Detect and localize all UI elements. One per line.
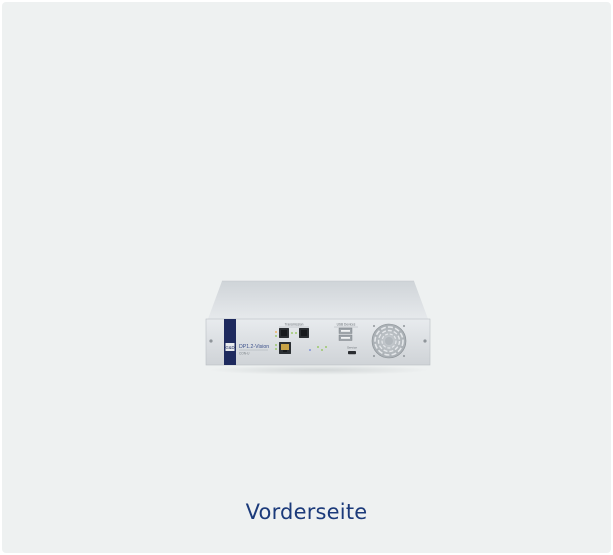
device-photo: G&D DP1.2-Vision CON-U Transmission USB … [202,277,434,377]
device-top [208,281,428,319]
service-port [348,351,356,355]
transmission-label: Transmission [285,323,304,327]
service-label: Service [347,346,357,350]
right-screw-icon [423,339,427,343]
brand-logo-text: G&D [225,345,234,350]
model-name: DP1.2-Vision [239,344,269,350]
model-variant: CON-U [239,352,250,356]
left-screw-icon [209,339,213,343]
page-background: G&D DP1.2-Vision CON-U Transmission USB … [2,2,611,553]
brand-stripe [224,319,236,365]
status-led [309,349,311,351]
caption-text: Vorderseite [245,500,368,524]
kvm-extender-image: G&D DP1.2-Vision CON-U Transmission USB … [205,280,431,366]
usb-devices-label: USB Devices [337,323,356,327]
